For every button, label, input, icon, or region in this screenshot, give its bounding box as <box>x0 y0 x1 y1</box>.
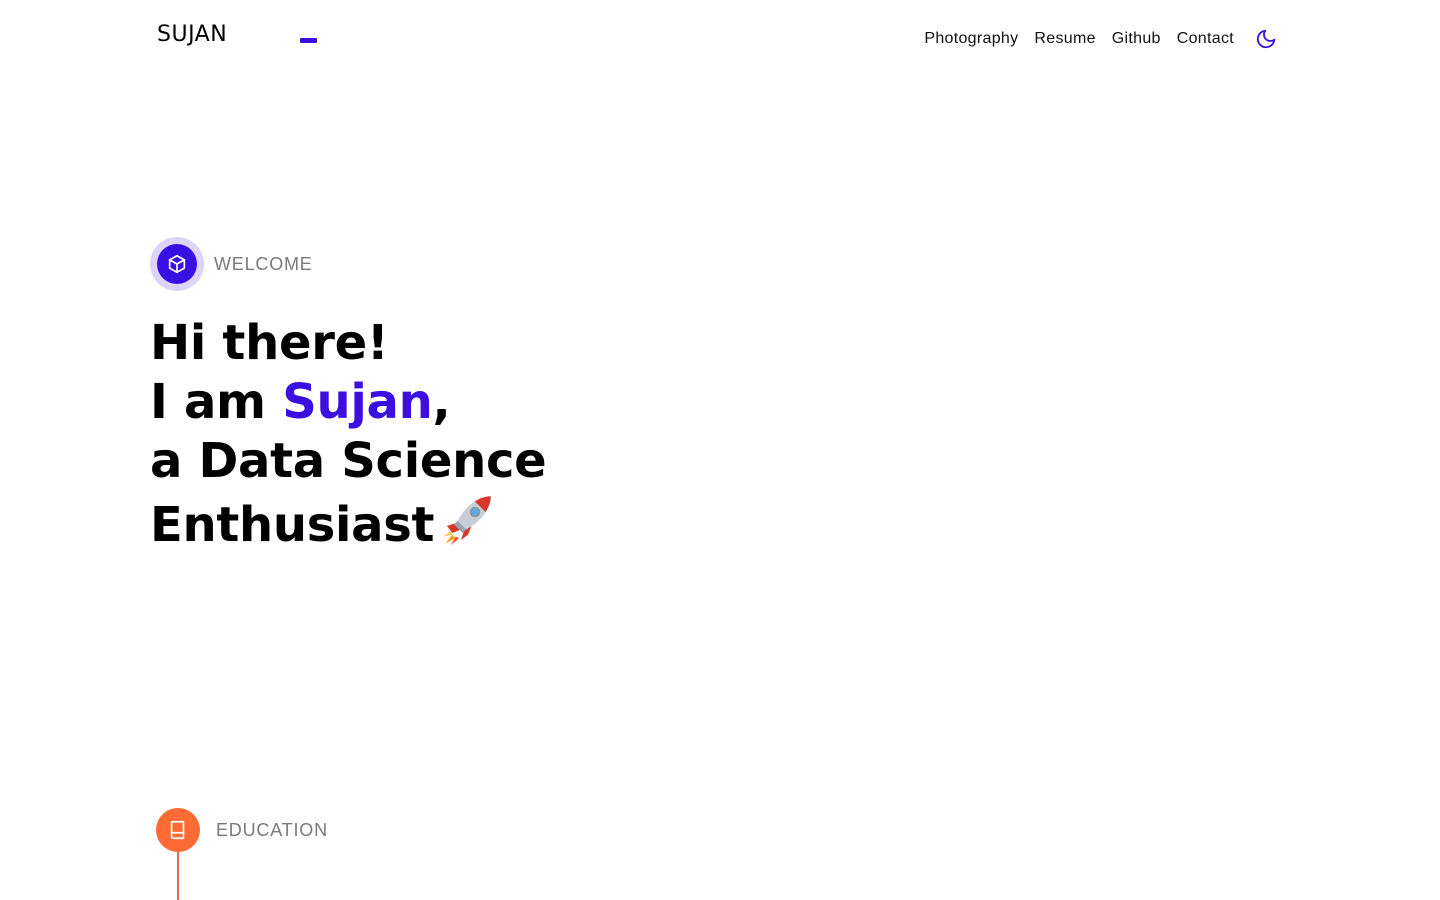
main-nav: Photography Resume Github Contact <box>924 29 1234 49</box>
headline-line-2: I am Sujan, <box>150 373 546 432</box>
cube-icon <box>168 254 186 274</box>
logo-accent-bar <box>300 38 317 43</box>
rocket-icon <box>443 496 491 546</box>
headline-line-3: a Data Science <box>150 433 547 489</box>
welcome-tag: WELCOME <box>150 237 313 291</box>
headline-prefix: I am <box>150 374 283 430</box>
book-icon <box>170 820 185 840</box>
education-badge <box>156 808 200 852</box>
nav-link-contact[interactable]: Contact <box>1177 29 1234 49</box>
site-header: SUJAN Photography Resume Github Contact <box>0 0 1440 78</box>
headline-name: Sujan <box>282 374 433 430</box>
headline-comma: , <box>432 374 451 430</box>
headline-enthusiast: Enthusiast <box>150 497 435 553</box>
nav-link-github[interactable]: Github <box>1112 29 1161 49</box>
education-timeline-line <box>177 852 179 900</box>
nav-link-resume[interactable]: Resume <box>1034 29 1095 49</box>
theme-toggle-button[interactable] <box>1254 27 1278 51</box>
headline-line-1: Hi there! <box>150 315 389 371</box>
welcome-label: WELCOME <box>214 253 313 274</box>
welcome-badge <box>150 237 204 291</box>
hero-headline: Hi there! I am Sujan, a Data Science Ent… <box>150 314 547 555</box>
site-logo[interactable]: SUJAN <box>157 22 227 47</box>
headline-line-4: Enthusiast <box>150 491 546 555</box>
education-tag: EDUCATION <box>156 808 328 852</box>
moon-icon <box>1256 29 1276 49</box>
education-label: EDUCATION <box>216 819 328 840</box>
nav-link-photography[interactable]: Photography <box>924 29 1018 49</box>
